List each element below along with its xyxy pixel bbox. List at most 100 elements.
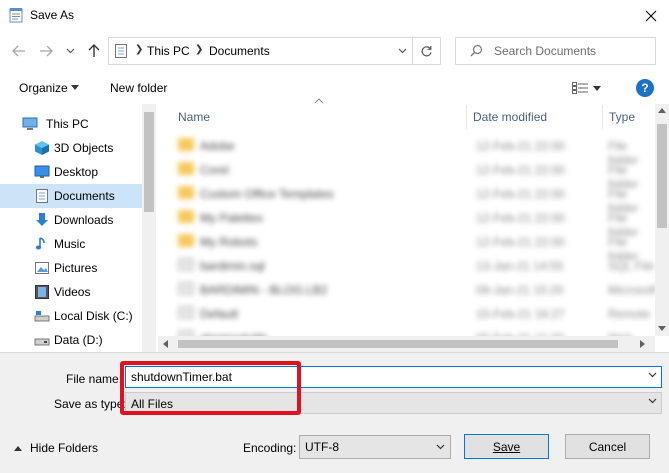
file-row[interactable]: bardimin.sql 13-Jan-21 14:55 SQL File bbox=[178, 254, 656, 278]
hide-folders-label: Hide Folders bbox=[30, 441, 99, 455]
nav-item-music[interactable]: Music bbox=[0, 232, 142, 256]
save-button[interactable]: Save bbox=[464, 434, 549, 459]
vertical-scrollbar-thumb[interactable] bbox=[657, 124, 667, 228]
file-row[interactable]: Default 15-Feb-21 16:27 Remote bbox=[178, 302, 656, 326]
nav-item-pictures[interactable]: Pictures bbox=[0, 256, 142, 280]
nav-item-label: Desktop bbox=[54, 165, 99, 179]
document-icon bbox=[115, 44, 127, 58]
file-name: Adobe bbox=[200, 139, 235, 153]
nav-item-label: Music bbox=[54, 237, 86, 251]
folder-icon bbox=[178, 210, 194, 223]
nav-item-local-disk-c[interactable]: Local Disk (C:) bbox=[0, 304, 142, 328]
nav-item-videos[interactable]: Videos bbox=[0, 280, 142, 304]
horizontal-scrollbar-thumb[interactable] bbox=[178, 340, 618, 348]
nav-item-documents[interactable]: Documents bbox=[0, 184, 142, 208]
column-divider[interactable] bbox=[466, 105, 467, 129]
breadcrumb-documents[interactable]: Documents bbox=[209, 44, 270, 58]
scroll-right-arrow-icon[interactable] bbox=[640, 340, 645, 348]
column-divider[interactable] bbox=[602, 105, 603, 129]
file-name-value[interactable]: shutdownTimer.bat bbox=[131, 370, 232, 384]
cube-icon bbox=[35, 141, 49, 155]
file-row[interactable]: My Robots 12-Feb-21 22:00 File folder bbox=[178, 230, 656, 263]
file-name: My Robots bbox=[200, 235, 258, 249]
save-as-type-label: Save as type: bbox=[54, 397, 127, 411]
nav-item-label: Pictures bbox=[54, 261, 98, 275]
file-row[interactable]: Adobe 12-Feb-21 22:00 File folder bbox=[178, 134, 656, 167]
organize-button[interactable]: Organize bbox=[19, 81, 68, 95]
chevron-down-icon[interactable] bbox=[648, 398, 657, 404]
close-button[interactable] bbox=[633, 0, 669, 32]
file-icon bbox=[178, 306, 194, 319]
arrow-left-icon bbox=[12, 45, 25, 57]
file-type: SQL File bbox=[608, 259, 655, 273]
cancel-button[interactable]: Cancel bbox=[565, 434, 650, 459]
navigation-scrollbar-thumb[interactable] bbox=[144, 112, 154, 212]
help-button[interactable]: ? bbox=[636, 79, 654, 97]
save-as-type-value[interactable]: All Files bbox=[131, 397, 173, 411]
up-button[interactable] bbox=[84, 41, 104, 61]
chevron-down-icon[interactable] bbox=[436, 444, 445, 450]
nav-item-3d-objects[interactable]: 3D Objects bbox=[0, 136, 142, 160]
file-row[interactable]: Corel 12-Feb-21 22:00 File folder bbox=[178, 158, 656, 191]
nav-item-this-pc[interactable]: This PC bbox=[0, 112, 142, 136]
file-date-modified: 12-Feb-21 22:00 bbox=[476, 187, 565, 201]
scroll-left-arrow-icon[interactable] bbox=[163, 340, 168, 348]
encoding-label: Encoding: bbox=[243, 441, 297, 455]
file-type: Remote bbox=[608, 307, 651, 321]
file-name: Custom Office Templates bbox=[200, 187, 334, 201]
window-title: Save As bbox=[30, 8, 75, 22]
folder-icon bbox=[178, 138, 194, 151]
file-date-modified: 15-Feb-21 16:27 bbox=[476, 307, 565, 321]
chevron-down-icon bbox=[66, 48, 74, 54]
save-as-type-select[interactable] bbox=[125, 392, 662, 414]
encoding-value[interactable]: UTF-8 bbox=[305, 440, 339, 454]
address-history-dropdown[interactable] bbox=[393, 38, 411, 64]
caret-down-icon[interactable] bbox=[71, 85, 79, 90]
help-icon: ? bbox=[641, 81, 649, 95]
breadcrumb-separator-icon[interactable]: ❯ bbox=[195, 44, 203, 55]
column-header-type[interactable]: Type bbox=[609, 110, 635, 124]
nav-item-data-d[interactable]: Data (D:) bbox=[0, 328, 142, 352]
file-date-modified: 12-Feb-21 22:00 bbox=[476, 211, 565, 225]
nav-item-label: Local Disk (C:) bbox=[54, 309, 133, 323]
file-row[interactable]: My Palettes 12-Feb-21 22:00 File folder bbox=[178, 206, 656, 239]
refresh-button[interactable] bbox=[412, 38, 440, 64]
breadcrumb-this-pc[interactable]: This PC bbox=[147, 44, 190, 58]
search-input[interactable] bbox=[494, 38, 652, 64]
chevron-down-icon[interactable] bbox=[648, 372, 657, 378]
column-header-date-modified[interactable]: Date modified bbox=[473, 110, 547, 124]
breadcrumb-separator-icon[interactable]: ❯ bbox=[135, 44, 143, 55]
arrow-right-icon bbox=[40, 45, 53, 57]
caret-up-icon bbox=[14, 445, 22, 451]
hide-folders-button[interactable]: Hide Folders bbox=[14, 441, 98, 455]
file-name: Corel bbox=[200, 163, 229, 177]
file-row[interactable]: BARDIMIN - BLOG.LB2 09-Jan-21 15:20 Micros… bbox=[178, 278, 657, 302]
column-header-name[interactable]: Name bbox=[178, 110, 210, 124]
file-name-label: File name: bbox=[66, 372, 123, 386]
scroll-down-arrow-icon[interactable] bbox=[658, 326, 666, 331]
new-folder-button[interactable]: New folder bbox=[110, 81, 167, 95]
cancel-button-label: Cancel bbox=[588, 439, 627, 454]
change-view-button[interactable] bbox=[572, 79, 610, 97]
folder-icon bbox=[178, 186, 194, 199]
title-bar bbox=[0, 0, 669, 32]
folder-icon bbox=[178, 234, 194, 247]
file-row[interactable]: Custom Office Templates 12-Feb-21 22:00 Fi… bbox=[178, 182, 656, 215]
forward-button[interactable] bbox=[36, 41, 56, 61]
nav-item-label: This PC bbox=[46, 117, 89, 131]
file-type: Microsoft bbox=[608, 283, 657, 297]
nav-item-label: 3D Objects bbox=[54, 141, 114, 155]
nav-item-desktop[interactable]: Desktop bbox=[0, 160, 142, 184]
file-name: My Palettes bbox=[200, 211, 263, 225]
back-button[interactable] bbox=[9, 41, 29, 61]
recent-locations-button[interactable] bbox=[63, 41, 77, 61]
nav-item-label: Data (D:) bbox=[54, 333, 103, 347]
file-date-modified: 13-Jan-21 14:55 bbox=[476, 259, 564, 273]
file-name: BARDIMIN - BLOG.LB2 bbox=[200, 283, 328, 297]
nav-item-downloads[interactable]: Downloads bbox=[0, 208, 142, 232]
picture-icon bbox=[35, 262, 49, 274]
file-date-modified: 09-Jan-21 15:20 bbox=[476, 283, 564, 297]
drive-icon bbox=[34, 311, 50, 322]
scroll-up-arrow-icon[interactable] bbox=[658, 108, 666, 113]
details-view-icon bbox=[572, 82, 588, 94]
